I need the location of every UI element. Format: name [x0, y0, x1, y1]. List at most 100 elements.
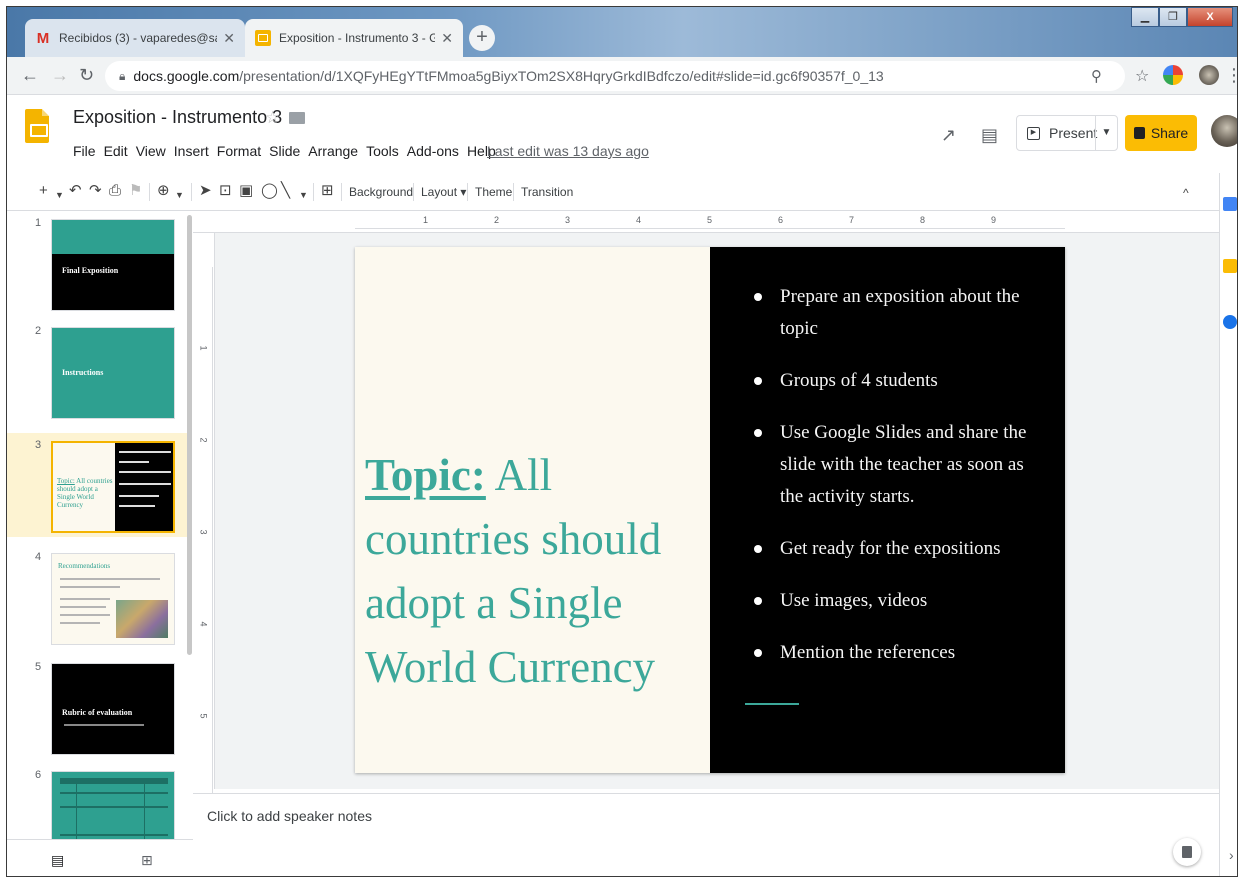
image-icon[interactable]: ▣	[239, 183, 253, 199]
url-input[interactable]: 🔒︎ docs.google.com/presentation/d/1XQFyH…	[105, 61, 1125, 91]
activity-icon[interactable]: ↗	[941, 125, 956, 146]
new-tab-button[interactable]: +	[469, 25, 495, 51]
grid-view-icon[interactable]: ⊞	[141, 852, 153, 869]
zoom-dropdown-icon[interactable]: ▼	[175, 187, 184, 203]
menu-insert[interactable]: Insert	[174, 143, 209, 159]
tab-gmail[interactable]: M Recibidos (3) - vaparedes@santa ✕	[25, 19, 245, 57]
present-button[interactable]: ▶ Present ▼	[1016, 115, 1118, 151]
decorative-line	[745, 703, 799, 705]
maximize-button[interactable]: ❐	[1159, 7, 1187, 27]
thumb-title: Final Exposition	[62, 266, 119, 275]
tab-title: Exposition - Instrumento 3 - Goo	[279, 31, 436, 45]
chevron-right-icon[interactable]: ›	[1229, 847, 1234, 863]
shape-icon[interactable]: ◯	[261, 183, 278, 199]
slide-thumbnail-selected[interactable]: 3 Topic: All countries should adopt a Si…	[7, 433, 191, 537]
menu-edit[interactable]: Edit	[104, 143, 128, 159]
filmstrip-footer: ▤ ⊞	[7, 839, 193, 876]
back-icon[interactable]: ←	[21, 65, 39, 86]
thumb-preview: Final Exposition	[51, 219, 175, 311]
menu-arrange[interactable]: Arrange	[308, 143, 358, 159]
paint-format-icon[interactable]: ⚑	[129, 183, 142, 199]
new-slide-dropdown-icon[interactable]: ▼	[55, 187, 64, 203]
ruler-tick: 3	[565, 215, 571, 225]
present-label: Present	[1049, 125, 1098, 141]
slides-logo-icon[interactable]	[25, 109, 49, 143]
slide-number: 1	[35, 217, 42, 229]
share-button[interactable]: Share	[1125, 115, 1197, 151]
bullet-item: Groups of 4 students	[750, 365, 1040, 397]
select-cursor-icon[interactable]: ➤	[199, 183, 212, 199]
more-menu-icon[interactable]: ⋮	[1225, 65, 1237, 86]
new-slide-icon[interactable]: +	[39, 183, 48, 199]
print-icon[interactable]: ⎙	[109, 183, 121, 199]
present-dropdown-icon[interactable]: ▼	[1095, 116, 1117, 150]
slide-number: 6	[35, 769, 42, 781]
folder-icon[interactable]	[289, 112, 305, 124]
line-icon[interactable]: ╲	[281, 183, 290, 199]
slide-filmstrip: 1 Final Exposition 2 Instructions 3 Topi…	[7, 211, 193, 839]
keep-icon[interactable]	[1223, 259, 1237, 273]
extension-icon[interactable]	[1163, 65, 1183, 85]
zoom-icon[interactable]: ⚲	[1091, 67, 1102, 85]
window-controls: ▁ ❐ X	[1131, 7, 1233, 27]
slide-thumbnail[interactable]: 1 Final Exposition	[7, 211, 191, 315]
speaker-notes[interactable]: Click to add speaker notes	[193, 793, 1219, 876]
profile-icon[interactable]	[1199, 65, 1219, 85]
ruler-tick: 1	[198, 345, 209, 351]
layout-button[interactable]: Layout ▾	[421, 185, 466, 199]
menu-file[interactable]: File	[73, 143, 96, 159]
tasks-icon[interactable]	[1223, 315, 1237, 329]
star-icon[interactable]: ☆	[265, 108, 280, 128]
document-title[interactable]: Exposition - Instrumento 3	[73, 107, 282, 128]
redo-icon[interactable]: ↷	[89, 183, 102, 199]
slide-number: 2	[35, 325, 42, 337]
explore-button[interactable]	[1173, 838, 1201, 866]
textbox-icon[interactable]: ⊡	[219, 183, 232, 199]
menu-view[interactable]: View	[136, 143, 166, 159]
theme-button[interactable]: Theme	[475, 185, 512, 199]
browser-window: M Recibidos (3) - vaparedes@santa ✕ Expo…	[6, 6, 1238, 877]
menu-format[interactable]: Format	[217, 143, 261, 159]
thumb-preview: Topic: All countries should adopt a Sing…	[51, 441, 175, 533]
background-button[interactable]: Background	[349, 185, 413, 199]
menu-addons[interactable]: Add-ons	[407, 143, 459, 159]
undo-icon[interactable]: ↶	[69, 183, 82, 199]
calendar-icon[interactable]	[1223, 197, 1237, 211]
filmstrip-scrollbar[interactable]	[187, 215, 192, 655]
last-edit-link[interactable]: Last edit was 13 days ago	[487, 143, 649, 159]
slide-left-panel: Topic: All countries should adopt a Sing…	[355, 247, 710, 773]
transition-button[interactable]: Transition	[521, 185, 573, 199]
share-label: Share	[1150, 125, 1189, 141]
collapse-toolbar-icon[interactable]: ^	[1183, 185, 1189, 201]
forward-icon[interactable]: →	[51, 65, 69, 86]
slide-thumbnail[interactable]: 5 Rubric of evaluation	[7, 655, 191, 759]
menu-tools[interactable]: Tools	[366, 143, 399, 159]
slide-thumbnail[interactable]: 6	[7, 763, 191, 839]
close-tab-icon[interactable]: ✕	[223, 30, 235, 47]
ruler-tick: 7	[849, 215, 855, 225]
filmstrip-view-icon[interactable]: ▤	[51, 852, 64, 869]
slide-thumbnail[interactable]: 2 Instructions	[7, 319, 191, 423]
slide-thumbnail[interactable]: 4 Recommendations	[7, 545, 191, 649]
zoom-icon[interactable]: ⊕	[157, 183, 170, 199]
topic-textbox[interactable]: Topic: All countries should adopt a Sing…	[365, 443, 705, 699]
minimize-button[interactable]: ▁	[1131, 7, 1159, 27]
close-tab-icon[interactable]: ✕	[441, 30, 453, 47]
ruler-tick: 5	[198, 713, 209, 719]
comments-icon[interactable]: ▤	[981, 125, 998, 146]
slide-number: 4	[35, 551, 42, 563]
menu-slide[interactable]: Slide	[269, 143, 300, 159]
menu-bar: File Edit View Insert Format Slide Arran…	[73, 143, 504, 159]
tab-slides[interactable]: Exposition - Instrumento 3 - Goo ✕	[245, 19, 463, 57]
instructions-list[interactable]: Prepare an exposition about the topic Gr…	[750, 281, 1040, 689]
address-bar-row: ← → ↻ 🔒︎ docs.google.com/presentation/d/…	[7, 57, 1237, 95]
reload-icon[interactable]: ↻	[79, 65, 94, 86]
avatar[interactable]	[1211, 115, 1237, 147]
ruler-tick: 4	[636, 215, 642, 225]
line-dropdown-icon[interactable]: ▼	[299, 187, 308, 203]
bookmark-star-icon[interactable]: ☆	[1135, 66, 1149, 86]
comment-add-icon[interactable]: ⊞	[321, 183, 334, 199]
slide[interactable]: Topic: All countries should adopt a Sing…	[355, 247, 1065, 773]
vertical-ruler: 1 2 3 4 5	[193, 233, 215, 797]
close-window-button[interactable]: X	[1187, 7, 1233, 27]
